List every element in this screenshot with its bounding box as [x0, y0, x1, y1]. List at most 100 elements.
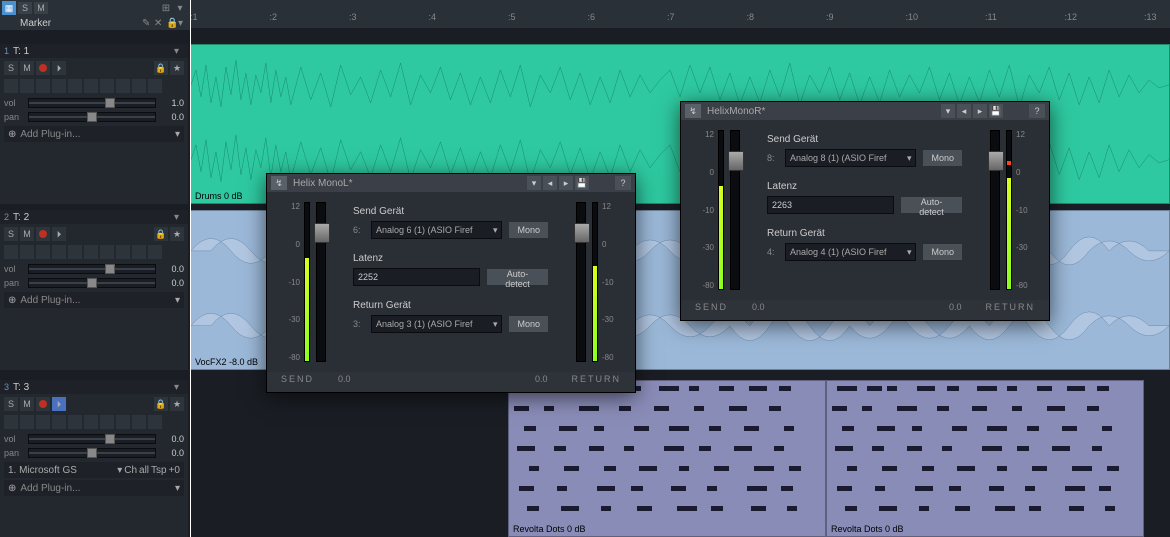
- return-fader[interactable]: [990, 130, 1000, 290]
- track-opt-1[interactable]: [4, 415, 18, 429]
- snap-icon[interactable]: ⊞: [160, 2, 172, 14]
- global-mute-button[interactable]: M: [34, 2, 48, 14]
- track-opt-6[interactable]: [84, 79, 98, 93]
- star-icon[interactable]: ★: [170, 227, 184, 241]
- record-button[interactable]: [36, 397, 50, 411]
- track-opt-4[interactable]: [52, 79, 66, 93]
- track-opt-5[interactable]: [68, 79, 82, 93]
- dialog-titlebar[interactable]: ↯ HelixMonoR* ▾ ◂ ▸ 💾 ?: [681, 102, 1049, 120]
- return-fader[interactable]: [576, 202, 586, 362]
- volume-slider[interactable]: [28, 434, 156, 444]
- marker-del-icon[interactable]: ✕: [154, 18, 164, 28]
- lock-icon[interactable]: 🔒: [154, 227, 168, 241]
- track-opt-7[interactable]: [100, 79, 114, 93]
- return-device-select[interactable]: Analog 3 (1) (ASIO Firef▾: [371, 315, 502, 333]
- latency-input[interactable]: [767, 196, 894, 214]
- star-icon[interactable]: ★: [170, 397, 184, 411]
- help-button[interactable]: ?: [1029, 104, 1045, 118]
- chevron-down-icon[interactable]: ▾: [941, 104, 955, 118]
- mute-button[interactable]: M: [20, 227, 34, 241]
- track-opt-1[interactable]: [4, 79, 18, 93]
- plugin-slot[interactable]: ⊕ Add Plug-in... ▾: [4, 292, 184, 308]
- marker-lock-icon[interactable]: 🔒: [166, 18, 176, 28]
- record-button[interactable]: [36, 61, 50, 75]
- track-opt-2[interactable]: [20, 245, 34, 259]
- track-opt-9[interactable]: [132, 245, 146, 259]
- marker-edit-icon[interactable]: ✎: [142, 18, 152, 28]
- track-header[interactable]: 2 T: 2 ▾: [0, 210, 188, 224]
- chevron-down-icon[interactable]: ▾: [178, 18, 188, 29]
- track-opt-5[interactable]: [68, 415, 82, 429]
- send-device-select[interactable]: Analog 6 (1) (ASIO Firef▾: [371, 221, 502, 239]
- mute-button[interactable]: M: [20, 397, 34, 411]
- monitor-button[interactable]: ⏵: [52, 227, 66, 241]
- pan-slider[interactable]: [28, 112, 156, 122]
- track-opt-10[interactable]: [148, 245, 162, 259]
- track-opt-2[interactable]: [20, 79, 34, 93]
- chevron-down-icon[interactable]: ▾: [174, 212, 184, 223]
- prev-icon[interactable]: ◂: [957, 104, 971, 118]
- autodetect-button[interactable]: Auto-detect: [900, 196, 963, 214]
- track-opt-8[interactable]: [116, 79, 130, 93]
- chevron-down-icon[interactable]: ▾: [527, 176, 541, 190]
- midi-clip[interactable]: Revolta Dots 0 dB: [508, 380, 826, 537]
- send-fader[interactable]: [316, 202, 326, 362]
- track-opt-8[interactable]: [116, 415, 130, 429]
- mono-button[interactable]: Mono: [922, 243, 963, 261]
- track-opt-9[interactable]: [132, 415, 146, 429]
- plugin-slot[interactable]: ⊕ Add Plug-in... ▾: [4, 480, 184, 496]
- track-opt-7[interactable]: [100, 245, 114, 259]
- track-opt-10[interactable]: [148, 415, 162, 429]
- send-device-select[interactable]: Analog 8 (1) (ASIO Firef▾: [785, 149, 916, 167]
- lock-icon[interactable]: 🔒: [154, 61, 168, 75]
- chevron-down-icon[interactable]: ▾: [174, 46, 184, 57]
- mono-button[interactable]: Mono: [922, 149, 963, 167]
- save-icon[interactable]: 💾: [575, 176, 589, 190]
- mono-button[interactable]: Mono: [508, 221, 549, 239]
- save-icon[interactable]: 💾: [989, 104, 1003, 118]
- playhead[interactable]: [190, 0, 191, 537]
- latency-input[interactable]: [353, 268, 480, 286]
- autodetect-button[interactable]: Auto-detect: [486, 268, 549, 286]
- fx-slot[interactable]: 1. Microsoft GS ▾ Ch all Tsp +0: [4, 462, 184, 478]
- global-solo-button[interactable]: S: [18, 2, 32, 14]
- return-device-select[interactable]: Analog 4 (1) (ASIO Firef▾: [785, 243, 916, 261]
- star-icon[interactable]: ★: [170, 61, 184, 75]
- track-opt-6[interactable]: [84, 415, 98, 429]
- dialog-titlebar[interactable]: ↯ Helix MonoL* ▾ ◂ ▸ 💾 ?: [267, 174, 635, 192]
- track-opt-1[interactable]: [4, 245, 18, 259]
- solo-button[interactable]: S: [4, 397, 18, 411]
- track-opt-2[interactable]: [20, 415, 34, 429]
- track-lane-3[interactable]: Revolta Dots 0 dB Revolta Dots 0 dB: [190, 380, 1170, 537]
- chevron-down-icon[interactable]: ▾: [174, 2, 186, 14]
- solo-button[interactable]: S: [4, 227, 18, 241]
- prev-icon[interactable]: ◂: [543, 176, 557, 190]
- track-opt-8[interactable]: [116, 245, 130, 259]
- track-opt-6[interactable]: [84, 245, 98, 259]
- track-opt-7[interactable]: [100, 415, 114, 429]
- lock-icon[interactable]: 🔒: [154, 397, 168, 411]
- midi-clip[interactable]: Revolta Dots 0 dB: [826, 380, 1144, 537]
- solo-button[interactable]: S: [4, 61, 18, 75]
- record-button[interactable]: [36, 227, 50, 241]
- track-header[interactable]: 3 T: 3 ▾: [0, 380, 188, 394]
- next-icon[interactable]: ▸: [559, 176, 573, 190]
- plugin-slot[interactable]: ⊕ Add Plug-in... ▾: [4, 126, 184, 142]
- track-opt-3[interactable]: [36, 245, 50, 259]
- track-opt-4[interactable]: [52, 245, 66, 259]
- track-opt-5[interactable]: [68, 245, 82, 259]
- track-opt-4[interactable]: [52, 415, 66, 429]
- track-opt-9[interactable]: [132, 79, 146, 93]
- send-fader[interactable]: [730, 130, 740, 290]
- next-icon[interactable]: ▸: [973, 104, 987, 118]
- mono-button[interactable]: Mono: [508, 315, 549, 333]
- pan-slider[interactable]: [28, 448, 156, 458]
- track-header[interactable]: 1 T: 1 ▾: [0, 44, 188, 58]
- track-opt-3[interactable]: [36, 415, 50, 429]
- track-opt-3[interactable]: [36, 79, 50, 93]
- pan-slider[interactable]: [28, 278, 156, 288]
- mute-button[interactable]: M: [20, 61, 34, 75]
- monitor-button[interactable]: ⏵: [52, 397, 66, 411]
- volume-slider[interactable]: [28, 264, 156, 274]
- monitor-button[interactable]: ⏵: [52, 61, 66, 75]
